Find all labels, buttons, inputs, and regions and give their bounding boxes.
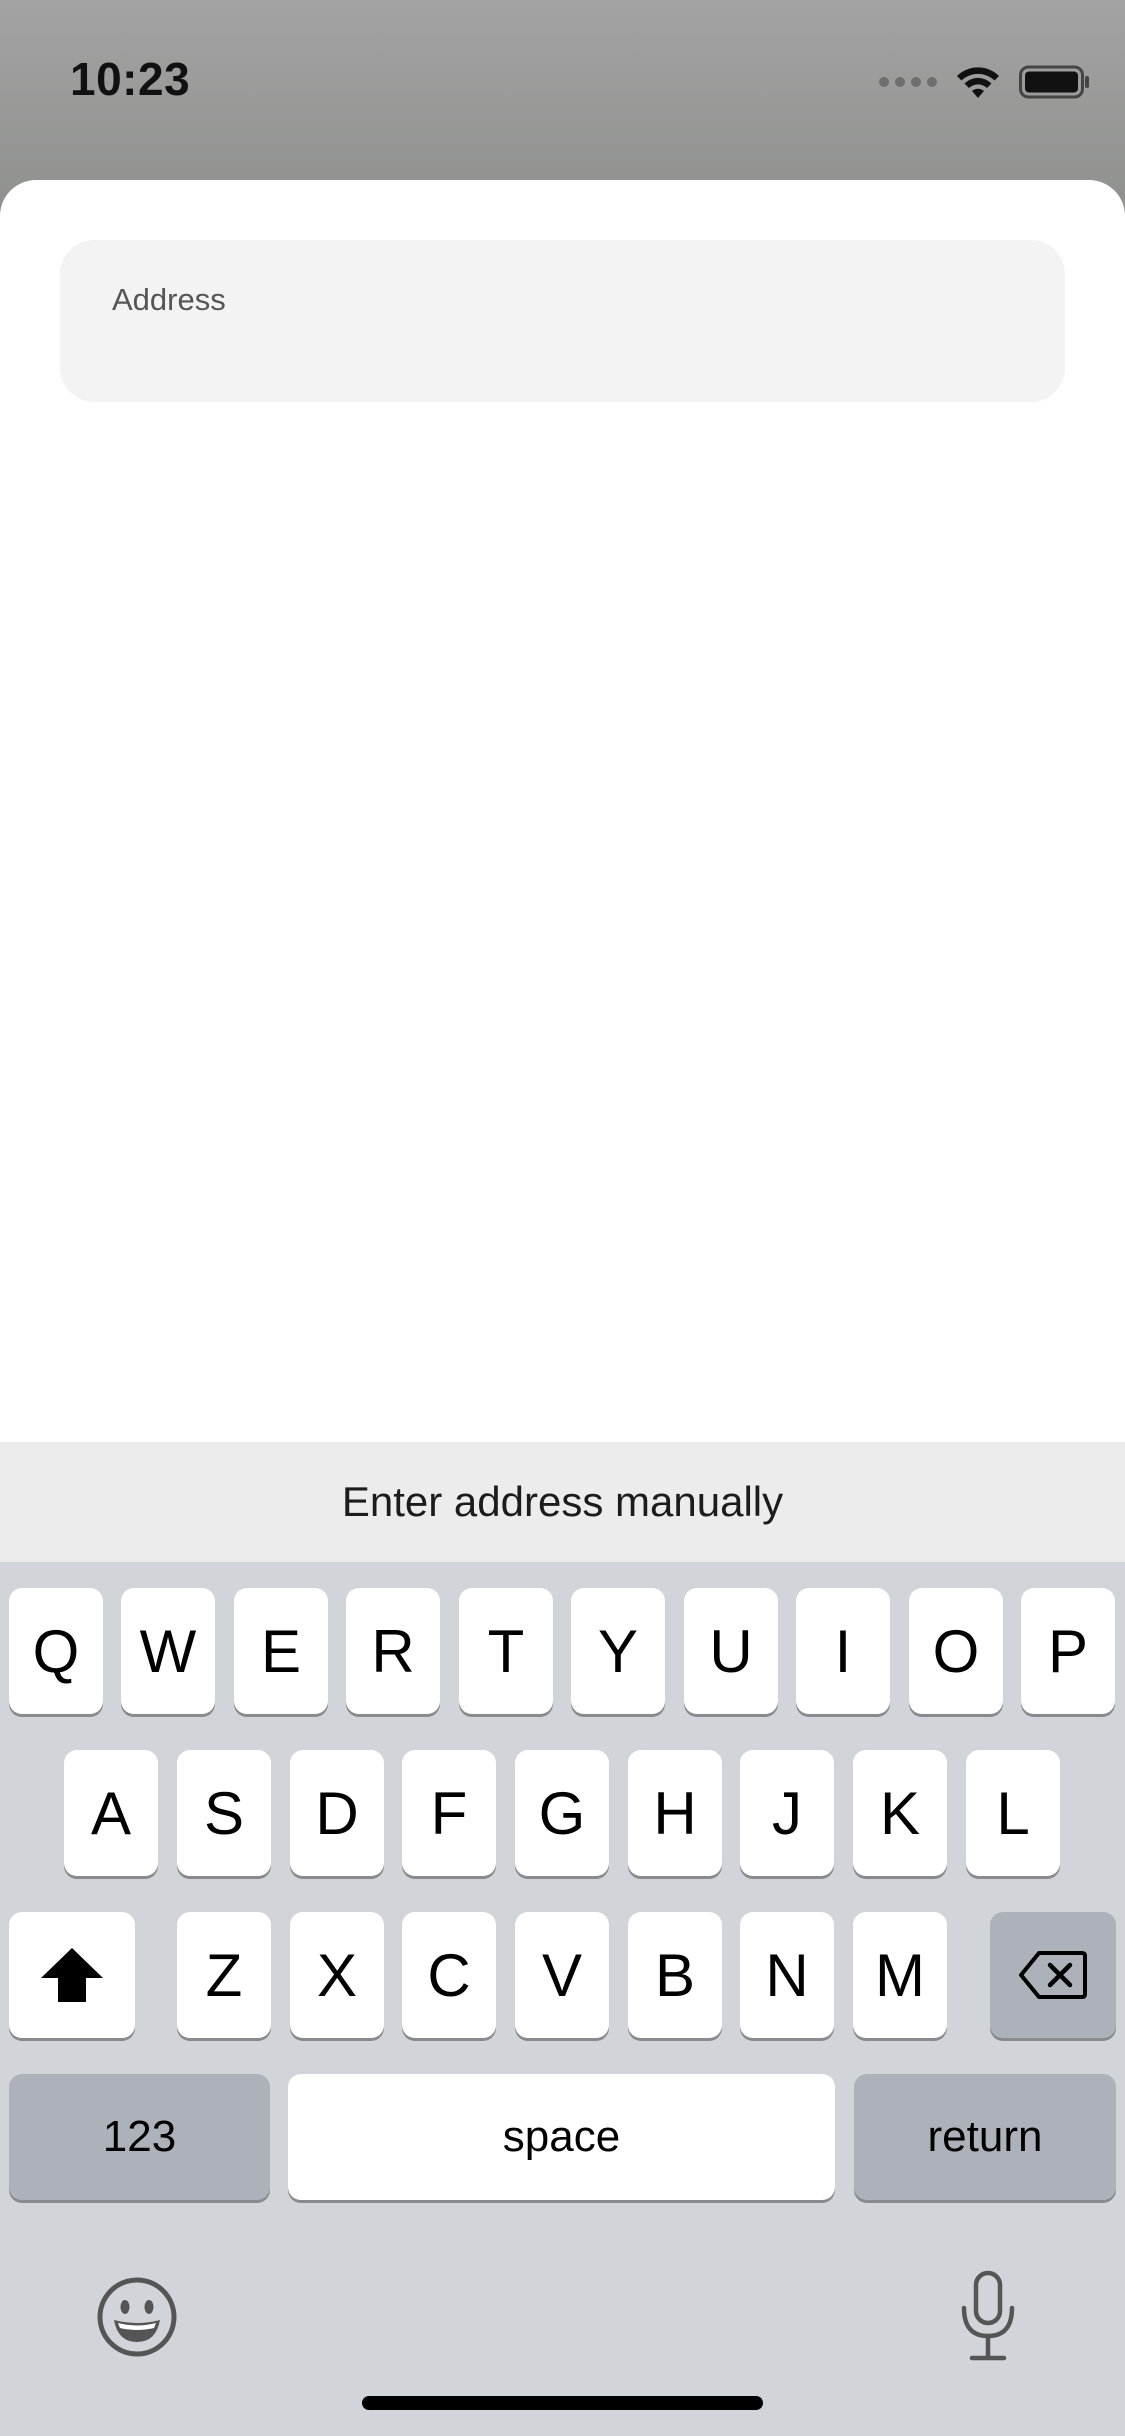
address-label: Address	[112, 282, 226, 317]
battery-icon	[1019, 65, 1089, 99]
key-v[interactable]: V	[515, 1912, 609, 2038]
wifi-icon	[957, 67, 999, 98]
numbers-key[interactable]: 123	[9, 2074, 270, 2200]
key-p[interactable]: P	[1021, 1588, 1115, 1714]
key-k[interactable]: K	[853, 1750, 947, 1876]
enter-address-manually-button[interactable]: Enter address manually	[0, 1442, 1125, 1562]
key-c[interactable]: C	[402, 1912, 496, 2038]
emoji-icon	[97, 2277, 177, 2357]
status-icons	[879, 60, 1091, 104]
key-w[interactable]: W	[121, 1588, 215, 1714]
key-t[interactable]: T	[459, 1588, 553, 1714]
return-key[interactable]: return	[854, 2074, 1116, 2200]
key-r[interactable]: R	[346, 1588, 440, 1714]
screen: 10:23 Address Enter address manually Q W…	[0, 0, 1125, 2436]
delete-icon	[1019, 1951, 1087, 1999]
microphone-button[interactable]	[958, 2270, 1018, 2362]
key-l[interactable]: L	[966, 1750, 1060, 1876]
key-x[interactable]: X	[290, 1912, 384, 2038]
status-bar: 10:23	[0, 0, 1125, 160]
shift-icon	[41, 1948, 103, 2002]
key-y[interactable]: Y	[571, 1588, 665, 1714]
shift-key[interactable]	[9, 1912, 135, 2038]
signal-dots-icon	[879, 77, 937, 87]
key-g[interactable]: G	[515, 1750, 609, 1876]
key-o[interactable]: O	[909, 1588, 1003, 1714]
keyboard: Q W E R T Y U I O P A S D F G H J K L Z …	[0, 1562, 1125, 2436]
key-d[interactable]: D	[290, 1750, 384, 1876]
key-n[interactable]: N	[740, 1912, 834, 2038]
address-input[interactable]	[112, 328, 1016, 380]
key-u[interactable]: U	[684, 1588, 778, 1714]
emoji-button[interactable]	[96, 2276, 178, 2358]
key-s[interactable]: S	[177, 1750, 271, 1876]
home-indicator	[362, 2396, 763, 2410]
status-time: 10:23	[70, 53, 191, 105]
microphone-icon	[961, 2270, 1015, 2361]
address-sheet: Address	[0, 180, 1125, 1442]
key-e[interactable]: E	[234, 1588, 328, 1714]
key-a[interactable]: A	[64, 1750, 158, 1876]
key-i[interactable]: I	[796, 1588, 890, 1714]
key-j[interactable]: J	[740, 1750, 834, 1876]
key-z[interactable]: Z	[177, 1912, 271, 2038]
delete-key[interactable]	[990, 1912, 1116, 2038]
enter-address-manually-label: Enter address manually	[341, 1478, 784, 1525]
key-h[interactable]: H	[628, 1750, 722, 1876]
key-f[interactable]: F	[402, 1750, 496, 1876]
key-b[interactable]: B	[628, 1912, 722, 2038]
key-m[interactable]: M	[853, 1912, 947, 2038]
address-field[interactable]: Address	[60, 240, 1065, 402]
space-key[interactable]: space	[288, 2074, 835, 2200]
key-q[interactable]: Q	[9, 1588, 103, 1714]
